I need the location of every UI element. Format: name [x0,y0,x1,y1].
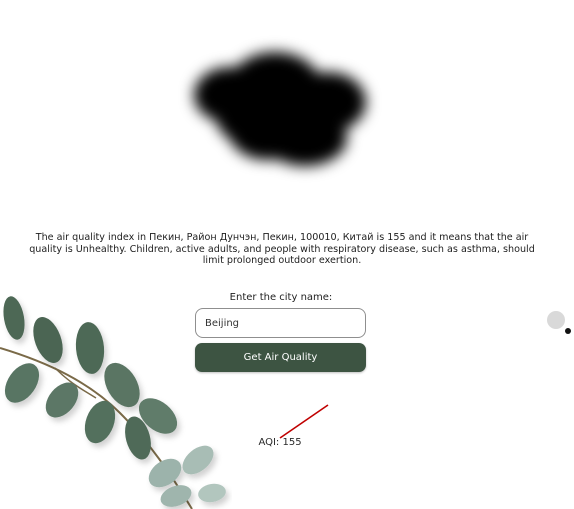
red-annotation-line [279,404,329,439]
smog-cloud-icon [194,52,366,166]
aqi-result-text: AQI: 155 [258,437,302,448]
cursor-dot-icon [565,328,571,334]
eucalyptus-branch-image [0,296,226,509]
scroll-knob[interactable] [547,311,565,329]
air-quality-description: The air quality index in Пекин, Район Ду… [29,232,535,266]
